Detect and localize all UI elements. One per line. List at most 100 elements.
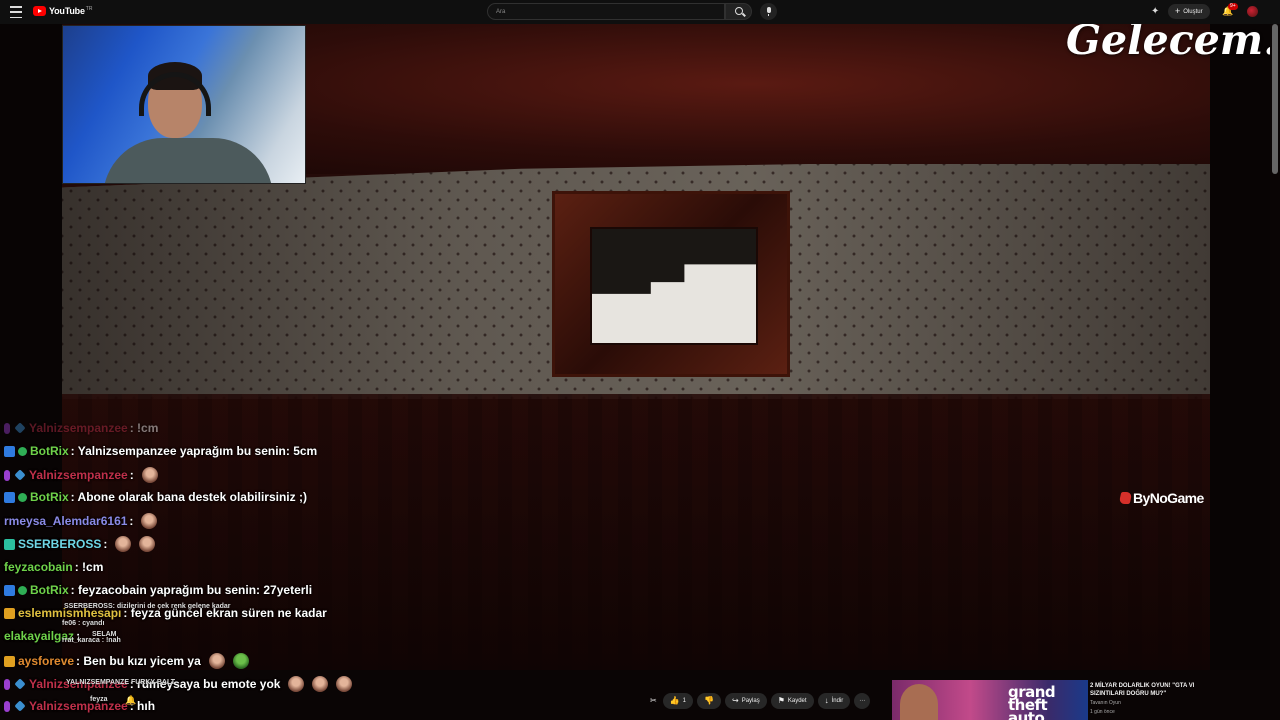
bot-badge-icon	[4, 584, 15, 596]
subscriber-badge-icon	[4, 607, 15, 619]
recommended-video-title[interactable]: 2 MİLYAR DOLARLIK OYUN! "GTA VI SIZINTIL…	[1090, 682, 1210, 698]
create-label: Oluştur	[1183, 8, 1203, 15]
bynogame-logo-icon	[1118, 492, 1133, 504]
recommended-video-meta: 1 gün önce	[1090, 709, 1115, 715]
chat-username: BotRix	[30, 490, 69, 504]
overlapping-chat-text: YALNIZSEMPANZE FURKY BALT	[66, 679, 176, 686]
chat-message: Yalnizsempanzee : !cm	[4, 421, 158, 435]
like-button[interactable]: 👍 1	[662, 693, 694, 709]
streamer-webcam	[62, 25, 306, 184]
emote-icon	[336, 676, 353, 692]
diamond-badge-icon	[14, 678, 26, 690]
chat-message: Yalnizsempanzee : rümeysaya bu emote yok	[4, 676, 353, 692]
moderator-badge-icon	[4, 538, 15, 550]
chat-message: SSERBEROSS :	[4, 536, 156, 552]
watermark-text: ByNoGame	[1133, 490, 1204, 506]
channel-row: feyza 🔔	[0, 695, 300, 720]
search-button[interactable]	[725, 3, 752, 20]
emote-icon	[288, 676, 305, 692]
cast-icon[interactable]: ✦	[1151, 6, 1163, 18]
video-player[interactable]: Gelecem... ByNoGame	[0, 24, 1270, 670]
chat-text: : Yalnizsempanzee yaprağım bu senin: 5cm	[70, 444, 318, 458]
mic-badge-icon	[4, 469, 10, 481]
chat-text: : Abone olarak bana destek olabilirsiniz…	[70, 490, 307, 504]
chat-text: : Ben bu kızı yicem ya	[76, 654, 201, 668]
chat-message: BotRix : Abone olarak bana destek olabil…	[4, 490, 307, 504]
thumbnail-face	[900, 684, 938, 720]
overlapping-chat-text: fe06 : cyandı	[62, 620, 105, 627]
thumbs-down-icon: 👎	[704, 696, 714, 705]
dislike-button[interactable]: 👎	[697, 693, 721, 709]
overlapping-chat-text: SSERBEROSS: dizilerini de çek renk gelen…	[64, 603, 231, 610]
clip-button[interactable]: ✂	[648, 693, 659, 709]
verified-badge-icon	[18, 585, 27, 595]
bot-badge-icon	[4, 445, 15, 457]
chat-username: Yalnizsempanzee	[29, 421, 128, 435]
diamond-badge-icon	[14, 469, 26, 481]
menu-icon[interactable]	[10, 6, 22, 18]
mic-badge-icon	[4, 422, 10, 434]
emote-icon	[115, 536, 132, 552]
streamer-body	[103, 138, 273, 183]
puzzle-canvas	[590, 227, 758, 345]
chat-username: aysforeve	[18, 654, 75, 668]
chat-text: :	[129, 468, 134, 482]
chat-username: SSERBEROSS	[18, 537, 102, 551]
streamer-figure	[103, 62, 273, 183]
mic-badge-icon	[4, 678, 10, 690]
chat-text: : !cm	[129, 421, 159, 435]
floor-shadow	[62, 394, 1210, 670]
channel-watermark: ByNoGame	[1118, 490, 1204, 506]
bookmark-icon: ⚑	[777, 696, 785, 705]
chat-message: aysforeve : Ben bu kızı yicem ya	[4, 653, 249, 669]
chat-message: feyzacobain : !cm	[4, 560, 103, 574]
like-count: 1	[682, 698, 687, 704]
chat-message: BotRix : feyzacobain yaprağım bu senin: …	[4, 583, 312, 597]
region-code: TR	[85, 5, 93, 12]
verified-badge-icon	[18, 492, 27, 502]
download-button[interactable]: ↓ İndir	[817, 693, 851, 709]
chat-username: rmeysa_Alemdar6161	[4, 514, 128, 528]
share-button[interactable]: ↪ Paylaş	[724, 693, 767, 709]
chat-text: : feyzacobain yaprağım bu senin: 27yeter…	[70, 583, 313, 597]
channel-name[interactable]: feyza	[90, 696, 108, 703]
save-button[interactable]: ⚑ Kaydet	[770, 693, 814, 709]
bot-badge-icon	[4, 491, 15, 503]
thumbs-up-icon: 👍	[669, 696, 680, 705]
share-arrow-icon: ↪	[731, 696, 739, 705]
download-icon: ↓	[824, 696, 829, 705]
chat-text: : !cm	[74, 560, 104, 574]
video-actions: ✂ 👍 1 👎 ↪ Paylaş ⚑ Kaydet ↓ İndir ···	[648, 693, 871, 709]
chat-username: BotRix	[30, 583, 69, 597]
gta-logo: grand theft auto	[1008, 683, 1056, 720]
account-avatar[interactable]	[1247, 6, 1258, 17]
voice-search-button[interactable]	[760, 3, 777, 20]
notification-count-badge: 9+	[1228, 3, 1238, 10]
youtube-header: YouTube TR Ara ✦ + Oluştur 🔔 9+	[0, 0, 1280, 24]
search-input[interactable]: Ara	[487, 3, 725, 20]
chat-text: :	[103, 537, 108, 551]
chat-username: BotRix	[30, 444, 69, 458]
bell-subscribe-icon[interactable]: 🔔	[125, 695, 136, 706]
emote-icon	[312, 676, 329, 692]
emote-icon	[141, 467, 158, 483]
emote-icon	[208, 653, 225, 669]
page-scrollbar[interactable]	[1272, 24, 1278, 174]
more-actions-button[interactable]: ···	[854, 693, 871, 709]
chat-message: rmeysa_Alemdar6161 :	[4, 513, 158, 529]
picture-frame	[552, 191, 790, 377]
diamond-badge-icon	[14, 422, 26, 434]
chat-message: BotRix : Yalnizsempanzee yaprağım bu sen…	[4, 444, 317, 458]
emote-icon	[141, 513, 158, 529]
youtube-logo[interactable]: YouTube TR	[33, 6, 92, 16]
create-button[interactable]: + Oluştur	[1168, 4, 1210, 19]
youtube-wordmark: YouTube	[49, 6, 85, 16]
emote-icon	[139, 536, 156, 552]
stream-overlay-title: Gelecem...	[1066, 24, 1270, 64]
recommended-video-thumbnail[interactable]: grand theft auto	[892, 680, 1088, 720]
download-label: İndir	[831, 698, 844, 704]
chat-message: Yalnizsempanzee :	[4, 467, 158, 483]
save-label: Kaydet	[787, 698, 807, 704]
recommended-video-channel[interactable]: Tavanın Oyun	[1090, 700, 1121, 706]
chat-text: :	[129, 514, 134, 528]
